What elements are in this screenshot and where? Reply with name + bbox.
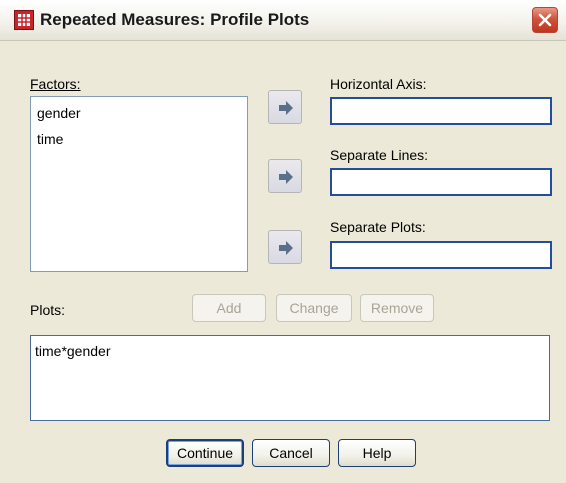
close-icon (538, 13, 552, 27)
window-title: Repeated Measures: Profile Plots (40, 10, 310, 29)
horizontal-axis-label: Horizontal Axis: (330, 76, 427, 92)
spreadsheet-app-icon (14, 10, 34, 30)
change-button[interactable]: Change (276, 294, 352, 322)
factor-item-time[interactable]: time (37, 131, 63, 147)
profile-plots-dialog: Repeated Measures: Profile Plots Factors… (0, 0, 566, 483)
factors-label-text: Factors: (30, 76, 81, 92)
horizontal-axis-field[interactable] (330, 97, 552, 125)
move-to-horizontal-axis-button[interactable] (268, 90, 302, 124)
move-to-separate-lines-button[interactable] (268, 159, 302, 193)
plots-listbox[interactable]: time*gender (30, 335, 550, 421)
add-button[interactable]: Add (192, 294, 266, 322)
arrow-right-icon (279, 241, 293, 255)
plot-item-time-gender[interactable]: time*gender (35, 343, 111, 359)
close-button[interactable] (532, 7, 558, 33)
separate-lines-field[interactable] (330, 168, 552, 196)
separate-plots-field[interactable] (330, 241, 552, 269)
separate-lines-label: Separate Lines: (330, 147, 429, 163)
plots-label: Plots: (30, 302, 66, 318)
separate-plots-label: Separate Plots: (330, 219, 426, 235)
factors-label: Factors: (30, 76, 81, 92)
remove-button[interactable]: Remove (360, 294, 434, 322)
cancel-button[interactable]: Cancel (252, 439, 330, 467)
help-button[interactable]: Help (338, 439, 416, 467)
continue-button[interactable]: Continue (166, 439, 244, 467)
move-to-separate-plots-button[interactable] (268, 230, 302, 264)
factor-item-gender[interactable]: gender (37, 105, 81, 121)
title-bar[interactable]: Repeated Measures: Profile Plots (0, 0, 566, 41)
arrow-right-icon (279, 101, 293, 115)
arrow-right-icon (279, 170, 293, 184)
factors-listbox[interactable]: gender time (30, 96, 248, 272)
